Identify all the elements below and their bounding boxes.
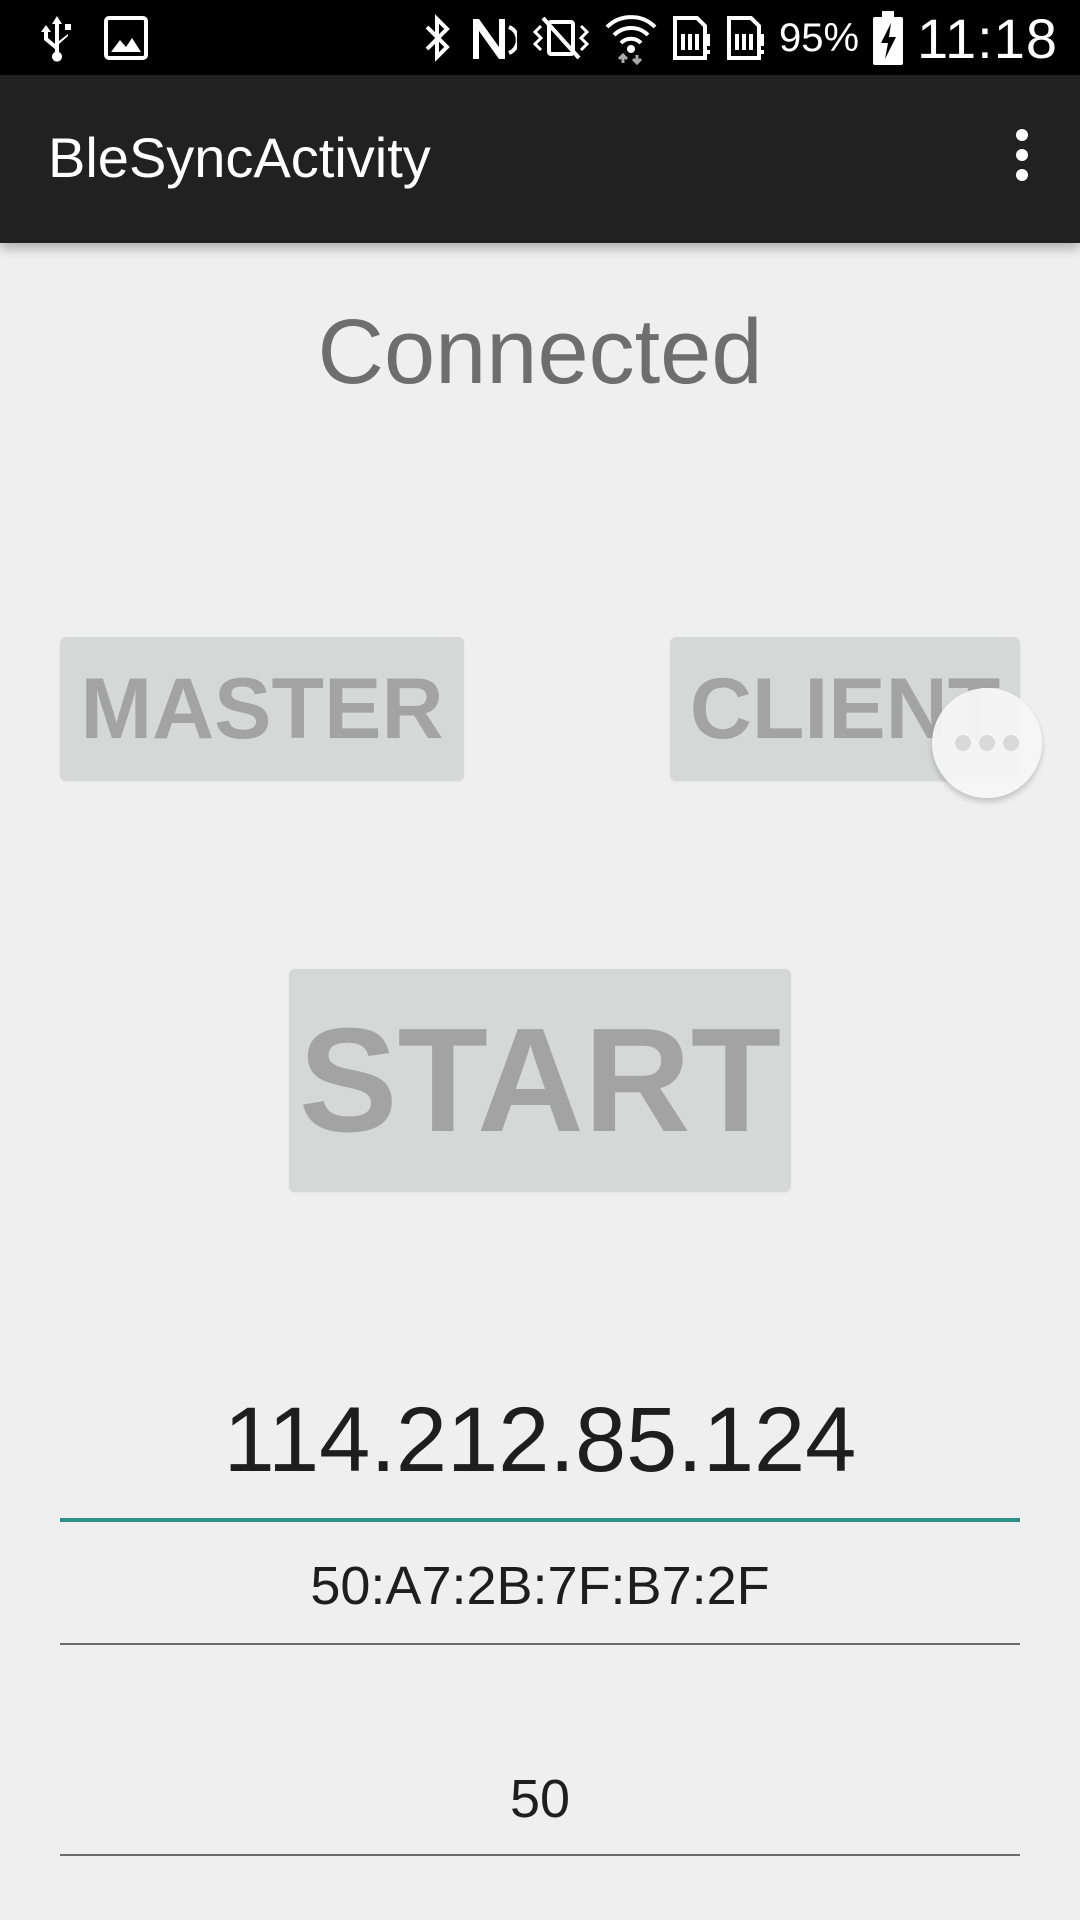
value-field[interactable]: 50 — [60, 1765, 1020, 1856]
image-icon — [104, 16, 148, 60]
usb-icon — [40, 14, 74, 62]
status-bar: 95% 11:18 — [0, 0, 1080, 75]
status-bar-right: 95% 11:18 — [421, 6, 1058, 70]
clock: 11:18 — [917, 6, 1058, 70]
start-button[interactable]: START — [289, 969, 791, 1192]
app-title: BleSyncActivity — [48, 126, 431, 189]
battery-percent: 95% — [778, 15, 860, 60]
battery-charging-icon — [873, 11, 904, 65]
sim1-icon — [671, 14, 711, 62]
more-vert-icon[interactable] — [990, 115, 1054, 195]
sim2-icon — [725, 14, 765, 62]
mac-address-field[interactable]: 50:A7:2B:7F:B7:2F — [60, 1552, 1020, 1645]
bluetooth-icon — [421, 13, 455, 63]
vibrate-icon — [531, 14, 591, 62]
nfc-icon — [469, 13, 517, 63]
connection-status: Connected — [317, 301, 763, 403]
app-bar: BleSyncActivity — [0, 75, 1080, 243]
wifi-icon — [605, 11, 657, 65]
ip-address-field[interactable]: 114.212.85.124 — [60, 1390, 1020, 1522]
status-bar-left — [40, 12, 148, 64]
floating-menu-bubble-icon[interactable] — [932, 688, 1042, 798]
master-button[interactable]: MASTER — [60, 637, 464, 781]
